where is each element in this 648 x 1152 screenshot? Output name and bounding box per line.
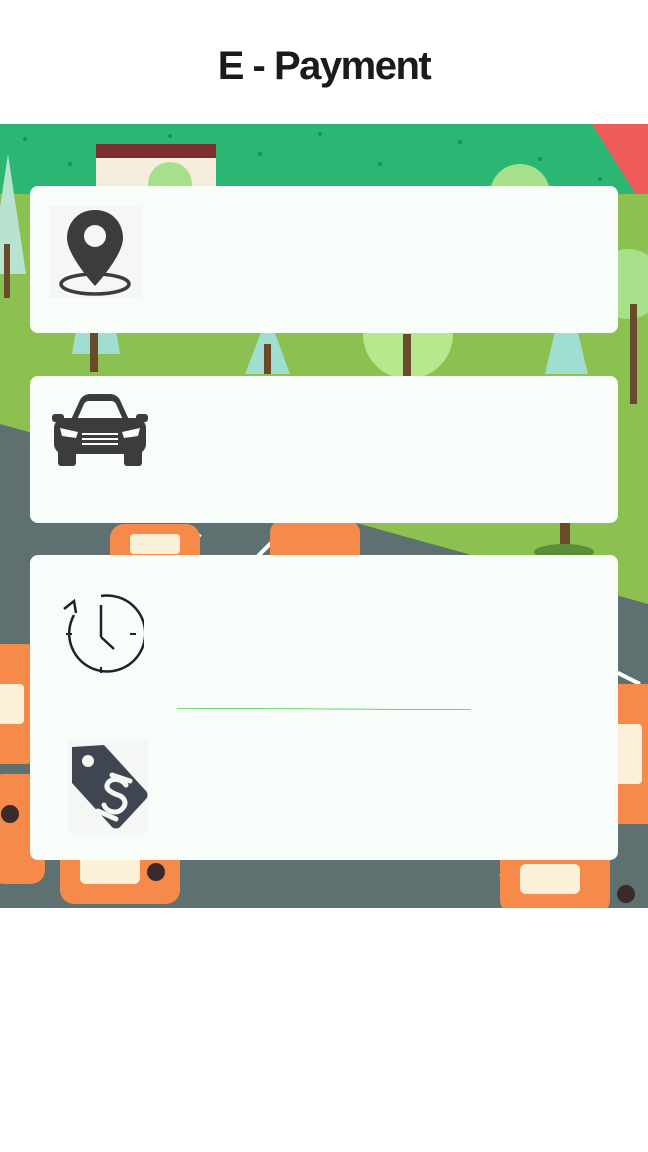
header-bar: E - Payment	[0, 0, 648, 124]
location-card[interactable]	[30, 186, 618, 333]
car-icon	[52, 380, 148, 480]
e-payment-screen: E - Payment	[0, 0, 648, 1152]
page-title: E - Payment	[217, 43, 432, 88]
section-divider	[176, 708, 472, 710]
bottom-empty-area	[0, 908, 648, 1152]
time-price-card	[30, 555, 618, 860]
location-pin-icon	[49, 206, 141, 298]
clock-history-icon[interactable]	[58, 591, 144, 677]
price-tag-dollar-icon[interactable]	[68, 741, 148, 833]
vehicle-card[interactable]	[30, 376, 618, 523]
